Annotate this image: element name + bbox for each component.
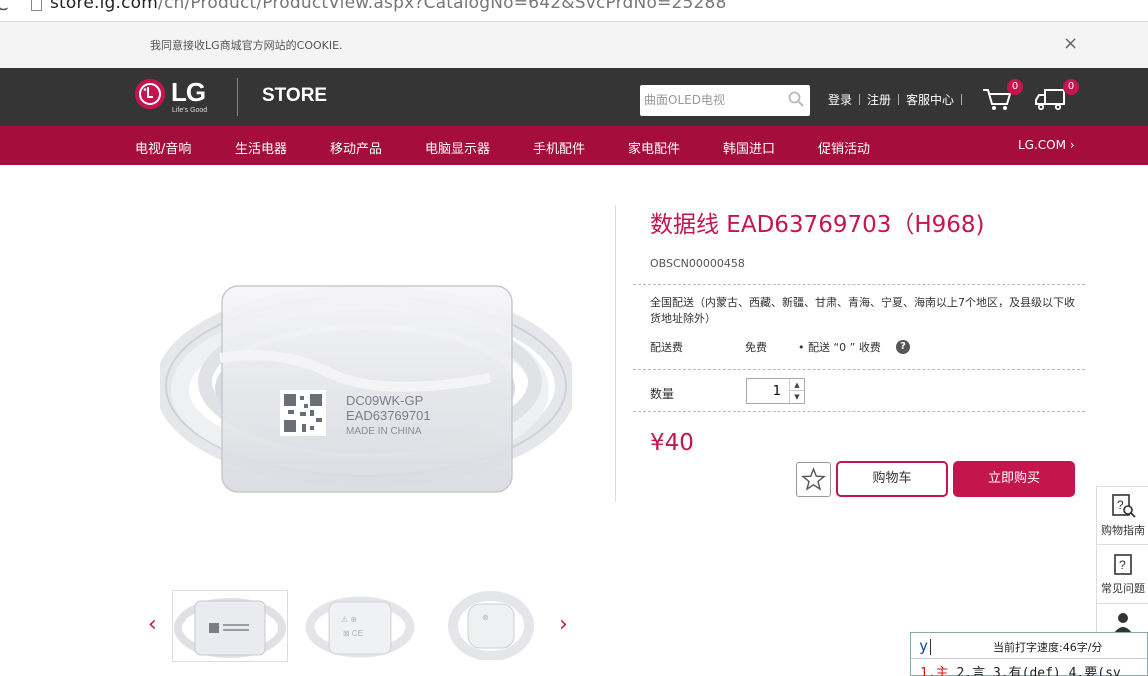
product-price: ¥40 bbox=[650, 430, 694, 456]
thumbnail-image: ⚠ ⊕ ⊠ CE bbox=[305, 596, 415, 658]
faq-icon: ? bbox=[1114, 554, 1132, 575]
content-divider bbox=[615, 205, 616, 502]
chevron-right-icon: › bbox=[1069, 138, 1075, 152]
url-host: store.lg.com bbox=[50, 0, 159, 13]
sidebar-item-faq[interactable]: ? 常见问题 bbox=[1097, 553, 1148, 596]
right-sidebar: ? 购物指南 ? 常见问题 bbox=[1096, 486, 1148, 636]
nav-item-appliance-accessories[interactable]: 家电配件 bbox=[628, 138, 680, 157]
lg-logo-icon[interactable] bbox=[135, 79, 165, 109]
lg-face-icon bbox=[135, 79, 165, 109]
register-link[interactable]: 注册 bbox=[867, 93, 891, 107]
delivery-count-badge: 0 bbox=[1063, 79, 1079, 95]
ime-candidate-window[interactable]: y 当前打字速度:46字/分 1.主 2.言 3.有(def) 4.要(sy bbox=[910, 632, 1148, 676]
lgcom-label: LG.COM bbox=[1018, 138, 1066, 152]
divider bbox=[633, 284, 1085, 285]
star-icon bbox=[801, 467, 826, 491]
ime-input: y bbox=[919, 637, 929, 655]
svg-text:⊗: ⊗ bbox=[482, 613, 489, 622]
nav-item-tv-audio[interactable]: 电视/音响 bbox=[135, 138, 191, 157]
buy-now-button[interactable]: 立即购买 bbox=[953, 461, 1075, 497]
link-divider bbox=[961, 94, 963, 105]
ime-candidate[interactable]: 4.要(sy bbox=[1069, 666, 1121, 676]
page-icon bbox=[31, 0, 42, 11]
thumbnail-image bbox=[174, 598, 286, 658]
divider bbox=[633, 411, 1085, 412]
decrement-icon[interactable]: ▼ bbox=[789, 391, 804, 403]
main-nav: 电视/音响 生活电器 移动产品 电脑显示器 手机配件 家电配件 韩国进口 促销活… bbox=[0, 126, 1148, 165]
shipping-info: 全国配送（内蒙古、西藏、新疆、甘肃、青海、宁夏、海南以上7个地区，及县级以下收货… bbox=[650, 296, 1075, 325]
add-to-cart-button[interactable]: 购物车 bbox=[836, 461, 948, 497]
shipping-fee-value: 免费 bbox=[745, 341, 767, 354]
help-icon[interactable]: ? bbox=[896, 340, 910, 354]
nav-item-monitors[interactable]: 电脑显示器 bbox=[425, 138, 490, 157]
faq-label: 常见问题 bbox=[1101, 582, 1145, 595]
thumbnail-2[interactable]: ⚠ ⊕ ⊠ CE bbox=[303, 590, 419, 662]
shopping-guide-icon: ? bbox=[1112, 494, 1136, 518]
svg-text:?: ? bbox=[1119, 558, 1126, 572]
ime-candidates: 1.主 2.言 3.有(def) 4.要(sy bbox=[911, 658, 1147, 676]
thumbnail-image: ⊗ bbox=[448, 591, 534, 661]
cookie-bar: 我同意接收LG商城官方网站的COOKIE. × bbox=[0, 22, 1148, 68]
cart-count-badge: 0 bbox=[1007, 79, 1023, 95]
ime-typing-speed: 当前打字速度:46字/分 bbox=[993, 641, 1103, 654]
svg-text:⊠ CE: ⊠ CE bbox=[343, 629, 363, 638]
ime-caret bbox=[930, 639, 931, 655]
url-path: /ch/Product/ProductView.aspx?CatalogNo=6… bbox=[158, 0, 727, 13]
ime-candidate[interactable]: 1.主 bbox=[920, 666, 949, 676]
delivery-truck-icon[interactable] bbox=[1034, 87, 1066, 111]
browser-url-bar[interactable]: C store.lg.com/ch/Product/ProductView.as… bbox=[0, 0, 1148, 22]
link-divider bbox=[859, 94, 861, 105]
reload-icon[interactable]: C bbox=[0, 0, 9, 15]
login-link[interactable]: 登录 bbox=[828, 93, 852, 107]
ime-candidate[interactable]: 2.言 bbox=[956, 666, 985, 676]
wishlist-button[interactable] bbox=[796, 462, 831, 497]
top-links: 登录 注册 客服中心 bbox=[828, 91, 969, 108]
nav-item-phone-accessories[interactable]: 手机配件 bbox=[533, 138, 585, 157]
quantity-stepper[interactable]: ▲ ▼ bbox=[746, 378, 805, 404]
increment-icon[interactable]: ▲ bbox=[789, 379, 804, 391]
logo-text[interactable]: LG bbox=[171, 77, 206, 108]
link-divider bbox=[898, 94, 900, 105]
store-label[interactable]: STORE bbox=[262, 85, 327, 107]
url-text[interactable]: store.lg.com/ch/Product/ProductView.aspx… bbox=[50, 0, 727, 13]
lgcom-link[interactable]: LG.COM › bbox=[1018, 138, 1075, 152]
nav-item-mobile[interactable]: 移动产品 bbox=[330, 138, 382, 157]
product-main-image[interactable]: DC09WK-GP EAD63769701 MADE IN CHINA bbox=[160, 278, 572, 500]
search-box[interactable] bbox=[640, 85, 810, 116]
ime-candidate[interactable]: 3.有(def) bbox=[993, 666, 1061, 676]
thumbnail-3[interactable]: ⊗ bbox=[434, 590, 550, 662]
product-code: OBSCN00000458 bbox=[650, 257, 745, 270]
customer-service-link[interactable]: 客服中心 bbox=[906, 93, 954, 107]
chevron-left-icon[interactable]: ‹ bbox=[148, 612, 157, 637]
shopping-guide-label: 购物指南 bbox=[1101, 524, 1145, 537]
sidebar-divider bbox=[1097, 603, 1148, 604]
thumbnail-1[interactable] bbox=[172, 590, 288, 662]
divider bbox=[633, 369, 1085, 370]
product-image-text-origin: MADE IN CHINA bbox=[346, 426, 422, 437]
close-icon[interactable]: × bbox=[1063, 33, 1078, 54]
cookie-message: 我同意接收LG商城官方网站的COOKIE. bbox=[150, 39, 343, 52]
logo-divider bbox=[237, 78, 238, 116]
nav-item-home-appliances[interactable]: 生活电器 bbox=[235, 138, 287, 157]
sidebar-item-shopping-guide[interactable]: ? 购物指南 bbox=[1097, 493, 1148, 538]
nav-item-korea-import[interactable]: 韩国进口 bbox=[723, 138, 775, 157]
quantity-input[interactable] bbox=[747, 379, 787, 403]
shipping-fee-note: • 配送 “0 ” 收费 bbox=[798, 341, 881, 354]
product-image-text-part: EAD63769701 bbox=[346, 408, 431, 423]
quantity-label: 数量 bbox=[650, 387, 675, 401]
sidebar-divider bbox=[1097, 544, 1148, 545]
shipping-fee-label: 配送费 bbox=[650, 341, 683, 354]
site-header: LG Life's Good STORE 登录 注册 客服中心 0 0 bbox=[0, 68, 1148, 126]
search-input[interactable] bbox=[644, 89, 782, 111]
search-icon[interactable] bbox=[788, 91, 804, 107]
product-image-text-model: DC09WK-GP bbox=[346, 393, 423, 408]
svg-text:⚠ ⊕: ⚠ ⊕ bbox=[341, 615, 357, 624]
product-title: 数据线 EAD63769703（H968) bbox=[650, 212, 985, 238]
logo-tagline: Life's Good bbox=[172, 107, 208, 114]
chevron-right-icon[interactable]: › bbox=[559, 612, 568, 637]
svg-text:?: ? bbox=[1117, 498, 1124, 512]
nav-item-promotions[interactable]: 促销活动 bbox=[818, 138, 870, 157]
user-icon bbox=[1114, 613, 1132, 633]
